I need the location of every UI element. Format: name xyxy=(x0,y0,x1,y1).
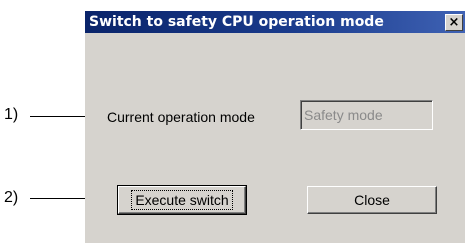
close-icon[interactable]: × xyxy=(445,14,463,31)
mode-switch-dialog: Switch to safety CPU operation mode × Cu… xyxy=(85,11,465,243)
callout-2: 2) xyxy=(4,189,19,206)
callout-1: 1) xyxy=(4,106,19,123)
dialog-title: Switch to safety CPU operation mode xyxy=(89,14,384,30)
execute-switch-button[interactable]: Execute switch xyxy=(117,185,247,215)
title-bar[interactable]: Switch to safety CPU operation mode × xyxy=(85,11,465,33)
execute-switch-label: Execute switch xyxy=(131,190,233,210)
current-mode-label: Current operation mode xyxy=(107,109,255,125)
close-button[interactable]: Close xyxy=(307,186,437,214)
current-mode-field: Safety mode xyxy=(300,100,433,130)
